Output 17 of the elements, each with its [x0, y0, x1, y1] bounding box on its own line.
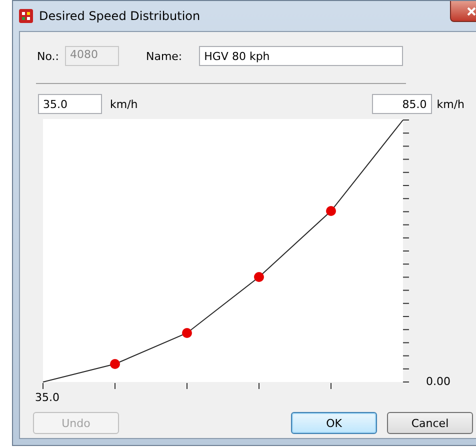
x-axis-label: 35.0 — [35, 391, 60, 404]
number-label: No.: — [37, 50, 59, 62]
y-axis-label: 0.00 — [426, 375, 450, 388]
min-speed-field[interactable]: 35.0 — [38, 94, 102, 114]
curve-point[interactable] — [254, 272, 264, 282]
close-icon — [466, 6, 476, 16]
curve-point[interactable] — [326, 206, 336, 216]
curve-point[interactable] — [182, 328, 192, 338]
cancel-button[interactable]: Cancel — [387, 412, 473, 434]
min-unit-label: km/h — [110, 98, 138, 110]
max-unit-label: km/h — [436, 98, 465, 110]
app-icon — [19, 9, 33, 23]
max-speed-field[interactable]: 85.0 — [372, 94, 432, 114]
window-title: Desired Speed Distribution — [39, 9, 200, 23]
name-field[interactable]: HGV 80 kph — [199, 46, 404, 66]
name-label: Name: — [146, 50, 182, 62]
ok-button[interactable]: OK — [291, 412, 377, 434]
